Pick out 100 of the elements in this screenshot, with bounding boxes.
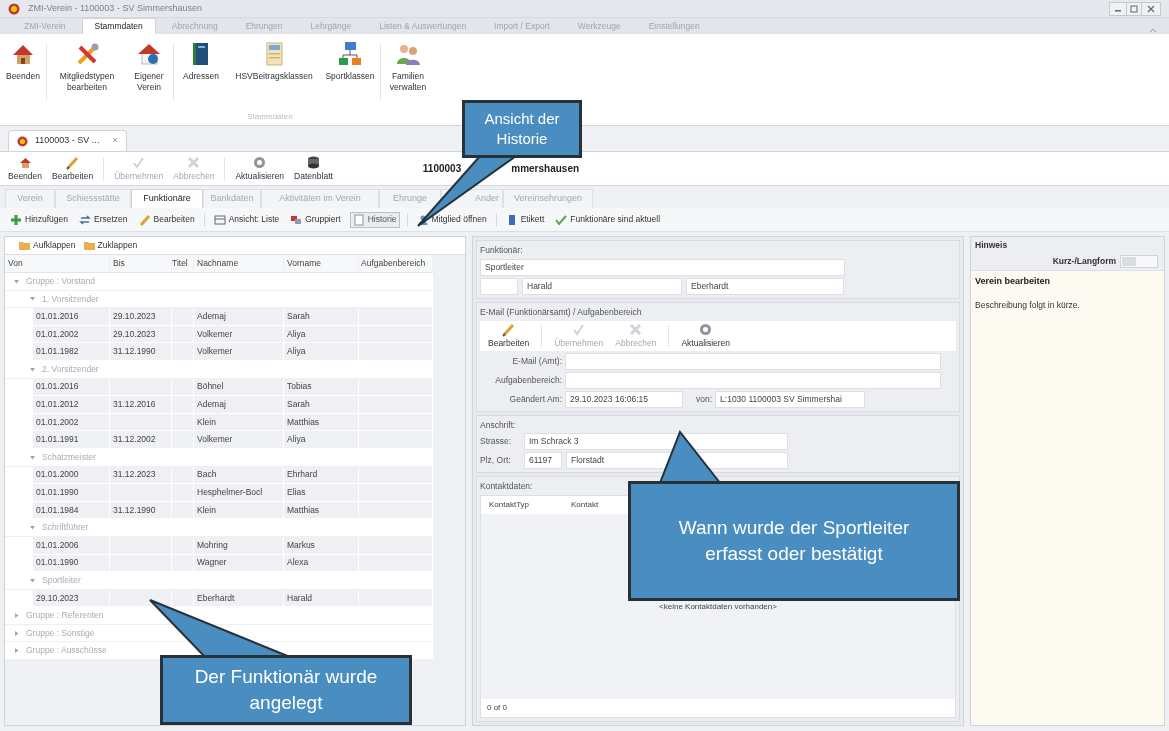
toolbar-button[interactable]: Datenblatt	[294, 154, 333, 183]
column-header[interactable]: Nachname	[194, 257, 284, 270]
column-header[interactable]: Aufgabenbereich	[359, 257, 433, 270]
collapse-ribbon-icon	[1149, 26, 1157, 34]
expand-caret-icon[interactable]	[13, 277, 20, 285]
toolbar-button[interactable]: Bearbeiten	[136, 211, 197, 228]
ribbon-button[interactable]: Familien verwalten	[383, 40, 433, 93]
plus-icon	[10, 213, 22, 226]
toolbar-button: Übernehmen	[114, 154, 164, 183]
toolbar-button[interactable]: Zuklappen	[83, 239, 138, 252]
input-field[interactable]: L:1030 1100003 SV Simmershai	[715, 390, 866, 408]
document-tab[interactable]: 1100003 - SV ... ×	[8, 130, 127, 151]
toolbar-button: Übernehmen	[554, 321, 604, 350]
expand-caret-icon[interactable]	[29, 295, 36, 303]
field-label: E-Mail (Amt):	[512, 354, 562, 368]
toolbar-button[interactable]: Aufklappen	[19, 239, 76, 252]
toolbar-button[interactable]: Funktionäre sind aktuell	[553, 211, 663, 228]
expand-caret-icon[interactable]	[29, 365, 36, 373]
table-cell: Aliya	[284, 343, 359, 361]
field-label: E-Mail (Funktionärsamt) / Aufgabenbereich	[480, 305, 643, 319]
input-field[interactable]: 29.10.2023 16:06:15	[565, 390, 683, 408]
app-logo-icon	[8, 2, 20, 15]
input-field[interactable]: Harald	[522, 277, 682, 295]
table-cell: 01.01.2012	[33, 396, 110, 414]
table-cell: 31.12.2002	[110, 431, 172, 449]
expand-caret-icon[interactable]	[29, 576, 36, 584]
input-field[interactable]: Eberhardt	[686, 277, 844, 295]
expand-caret-icon[interactable]	[13, 647, 20, 655]
toolbar-button[interactable]: Ansicht: Liste	[211, 211, 282, 228]
input-field[interactable]: Im Schrack 3	[524, 433, 788, 451]
maximize-icon	[1130, 4, 1138, 13]
toolbar-button[interactable]: Bearbeiten	[52, 154, 94, 183]
ribbon-button[interactable]: Mitgliedstypen bearbeiten	[49, 40, 125, 93]
input-field[interactable]	[480, 277, 518, 295]
toggle-switch[interactable]	[1120, 255, 1158, 268]
close-icon	[1147, 4, 1155, 13]
column-header[interactable]: Vorname	[284, 257, 359, 270]
check-icon	[555, 213, 568, 226]
tab[interactable]: Funktionäre	[131, 189, 203, 208]
column-header[interactable]: Kontakt	[571, 499, 599, 511]
toolbar-button[interactable]: Hinzufügen	[8, 211, 70, 228]
cross-icon	[628, 321, 644, 337]
field-label: Anschrift:	[480, 418, 517, 432]
ribbon-tab[interactable]: Stammdaten	[81, 18, 156, 34]
toolbar-button[interactable]: Aktualisieren	[681, 321, 731, 350]
table-cell: Sarah	[284, 396, 359, 414]
panel-title: Hinweis	[975, 238, 1008, 252]
app-logo-icon	[17, 135, 28, 147]
column-header[interactable]: Von	[5, 257, 110, 270]
close-tab-button[interactable]: ×	[112, 134, 118, 148]
ribbon-button[interactable]: Adressen	[176, 40, 226, 82]
callout: Ansicht der Historie	[462, 100, 582, 158]
hint-heading: Verein bearbeiten	[975, 275, 1052, 288]
toolbar-button[interactable]: Bearbeiten	[488, 321, 530, 350]
toolbar-button[interactable]: Etikett	[503, 211, 547, 228]
group-label: Gruppe : Referenten	[26, 609, 104, 622]
list-icon	[213, 213, 226, 226]
window-title: ZMI-Verein - 1100003 - SV Simmershausen	[28, 1, 202, 15]
ribbon-button[interactable]: Eigener Verein	[127, 40, 171, 93]
pencil-icon	[501, 321, 517, 337]
table-cell: Volkemer	[194, 343, 284, 361]
input-field[interactable]: Sportleiter	[480, 258, 845, 276]
toolbar-button[interactable]: Beenden	[8, 154, 43, 183]
field-label: Kontaktdaten:	[480, 480, 534, 493]
folder-icon	[19, 241, 30, 250]
group-label: 2. Vorsitzender	[42, 362, 99, 376]
column-header[interactable]: KontaktTyp	[481, 499, 571, 511]
toolbar-button[interactable]: Aktualisieren	[235, 154, 285, 183]
input-field[interactable]	[565, 352, 941, 370]
table-cell: 31.12.1990	[110, 343, 172, 361]
expand-caret-icon[interactable]	[13, 612, 20, 620]
column-header[interactable]: Titel	[172, 257, 194, 270]
table-cell: 01.01.1991	[33, 431, 110, 449]
column-header[interactable]: Bis	[110, 257, 172, 270]
field-label: Plz, Ort:	[480, 455, 511, 465]
group-label: 1. Vorsitzender	[42, 292, 99, 306]
record-title: 1100003	[422, 162, 462, 176]
expand-caret-icon[interactable]	[29, 453, 36, 461]
field-label: Funktionär:	[480, 244, 524, 257]
expand-caret-icon[interactable]	[29, 524, 36, 532]
document-tab-label: 1100003 - SV ...	[35, 134, 100, 148]
table-cell: Elias	[284, 484, 359, 502]
table-cell: Sarah	[284, 308, 359, 326]
group-label: Schatzmeister	[42, 450, 96, 464]
input-field[interactable]: 61197	[524, 452, 562, 470]
toolbar-button[interactable]: Historie	[349, 211, 400, 228]
table-cell: Ademaj	[194, 396, 284, 414]
table-cell: Volkemer	[194, 431, 284, 449]
expand-caret-icon[interactable]	[13, 629, 20, 637]
toolbar-button[interactable]: Gruppiert	[288, 211, 343, 228]
record-title: mmershausen	[511, 162, 580, 176]
swap-icon	[79, 213, 91, 226]
input-field[interactable]	[565, 371, 941, 389]
ribbon-button[interactable]: HSVBeitragsklassen	[228, 40, 320, 82]
toggle-label: Kurz-/Langform	[1052, 255, 1116, 268]
ribbon-button[interactable]: Sportklassen	[322, 40, 378, 82]
toolbar-button[interactable]: Ersetzen	[77, 211, 130, 228]
pencil-icon	[138, 213, 151, 226]
ribbon-button[interactable]: Beenden	[2, 40, 44, 82]
pager-text: 0 of 0	[487, 702, 507, 714]
